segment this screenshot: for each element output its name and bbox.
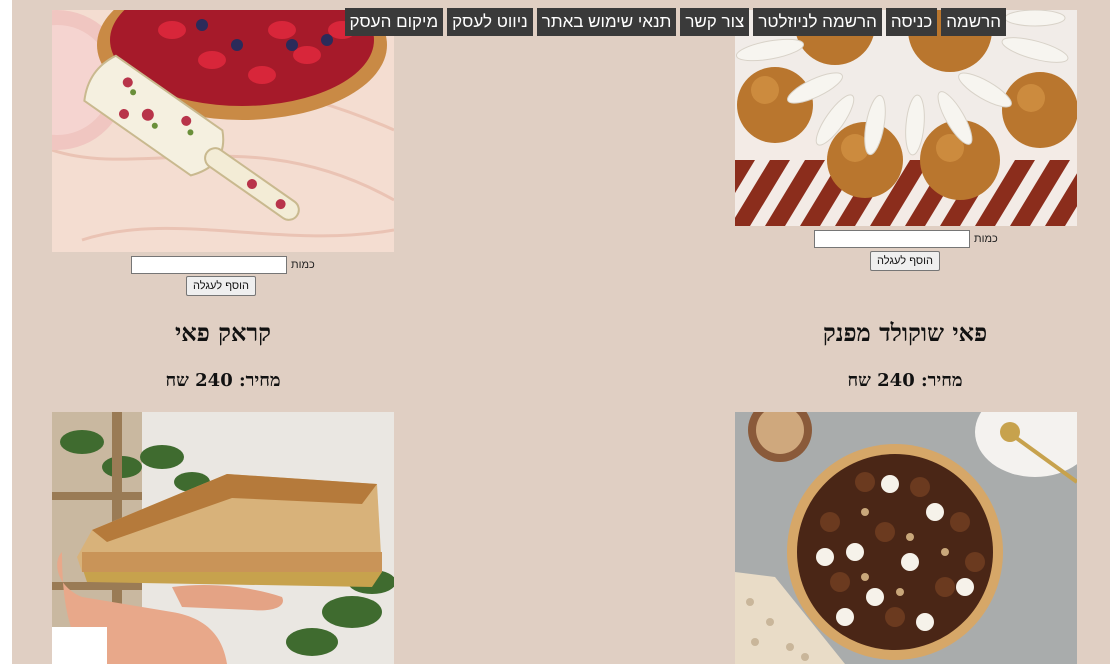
nav-contact[interactable]: צור קשר: [680, 8, 750, 36]
qty-input-choux[interactable]: [814, 230, 970, 248]
product-price-chocolate-pie: מחיר: 240 שח: [847, 370, 963, 391]
product-image-crack-pie: [52, 412, 394, 664]
product-title-crack-pie: קראק פאי: [175, 318, 271, 347]
product-image-choux: [735, 10, 1077, 226]
qty-input-fruit-tart[interactable]: [131, 256, 287, 274]
nav-login[interactable]: כניסה: [885, 8, 938, 36]
product-title-chocolate-pie: פאי שוקולד מפנק: [822, 318, 988, 347]
qty-label: כמות: [291, 259, 315, 271]
page-background: מיקום העסק ניווט לעסק תנאי שימוש באתר צו…: [12, 0, 1110, 664]
add-to-cart-button-fruit-tart[interactable]: הוסף לעגלה: [186, 276, 256, 296]
product-image-chocolate-pie: [735, 412, 1077, 664]
add-to-cart-button-choux[interactable]: הוסף לעגלה: [870, 251, 940, 271]
nav-newsletter[interactable]: הרשמה לניוזלטר: [753, 8, 882, 36]
nav-register[interactable]: הרשמה: [941, 8, 1006, 36]
nav-business-location[interactable]: מיקום העסק: [344, 8, 444, 36]
qty-label: כמות: [974, 233, 998, 245]
product-price-crack-pie: מחיר: 240 שח: [165, 370, 281, 391]
nav-directions[interactable]: ניווט לעסק: [447, 8, 533, 36]
nav-terms[interactable]: תנאי שימוש באתר: [536, 8, 677, 36]
top-nav: מיקום העסק ניווט לעסק תנאי שימוש באתר צו…: [344, 8, 1006, 36]
qty-row-choux: כמות: [814, 230, 998, 248]
qty-row-fruit-tart: כמות: [131, 256, 315, 274]
product-image-fruit-tart: [52, 10, 394, 252]
